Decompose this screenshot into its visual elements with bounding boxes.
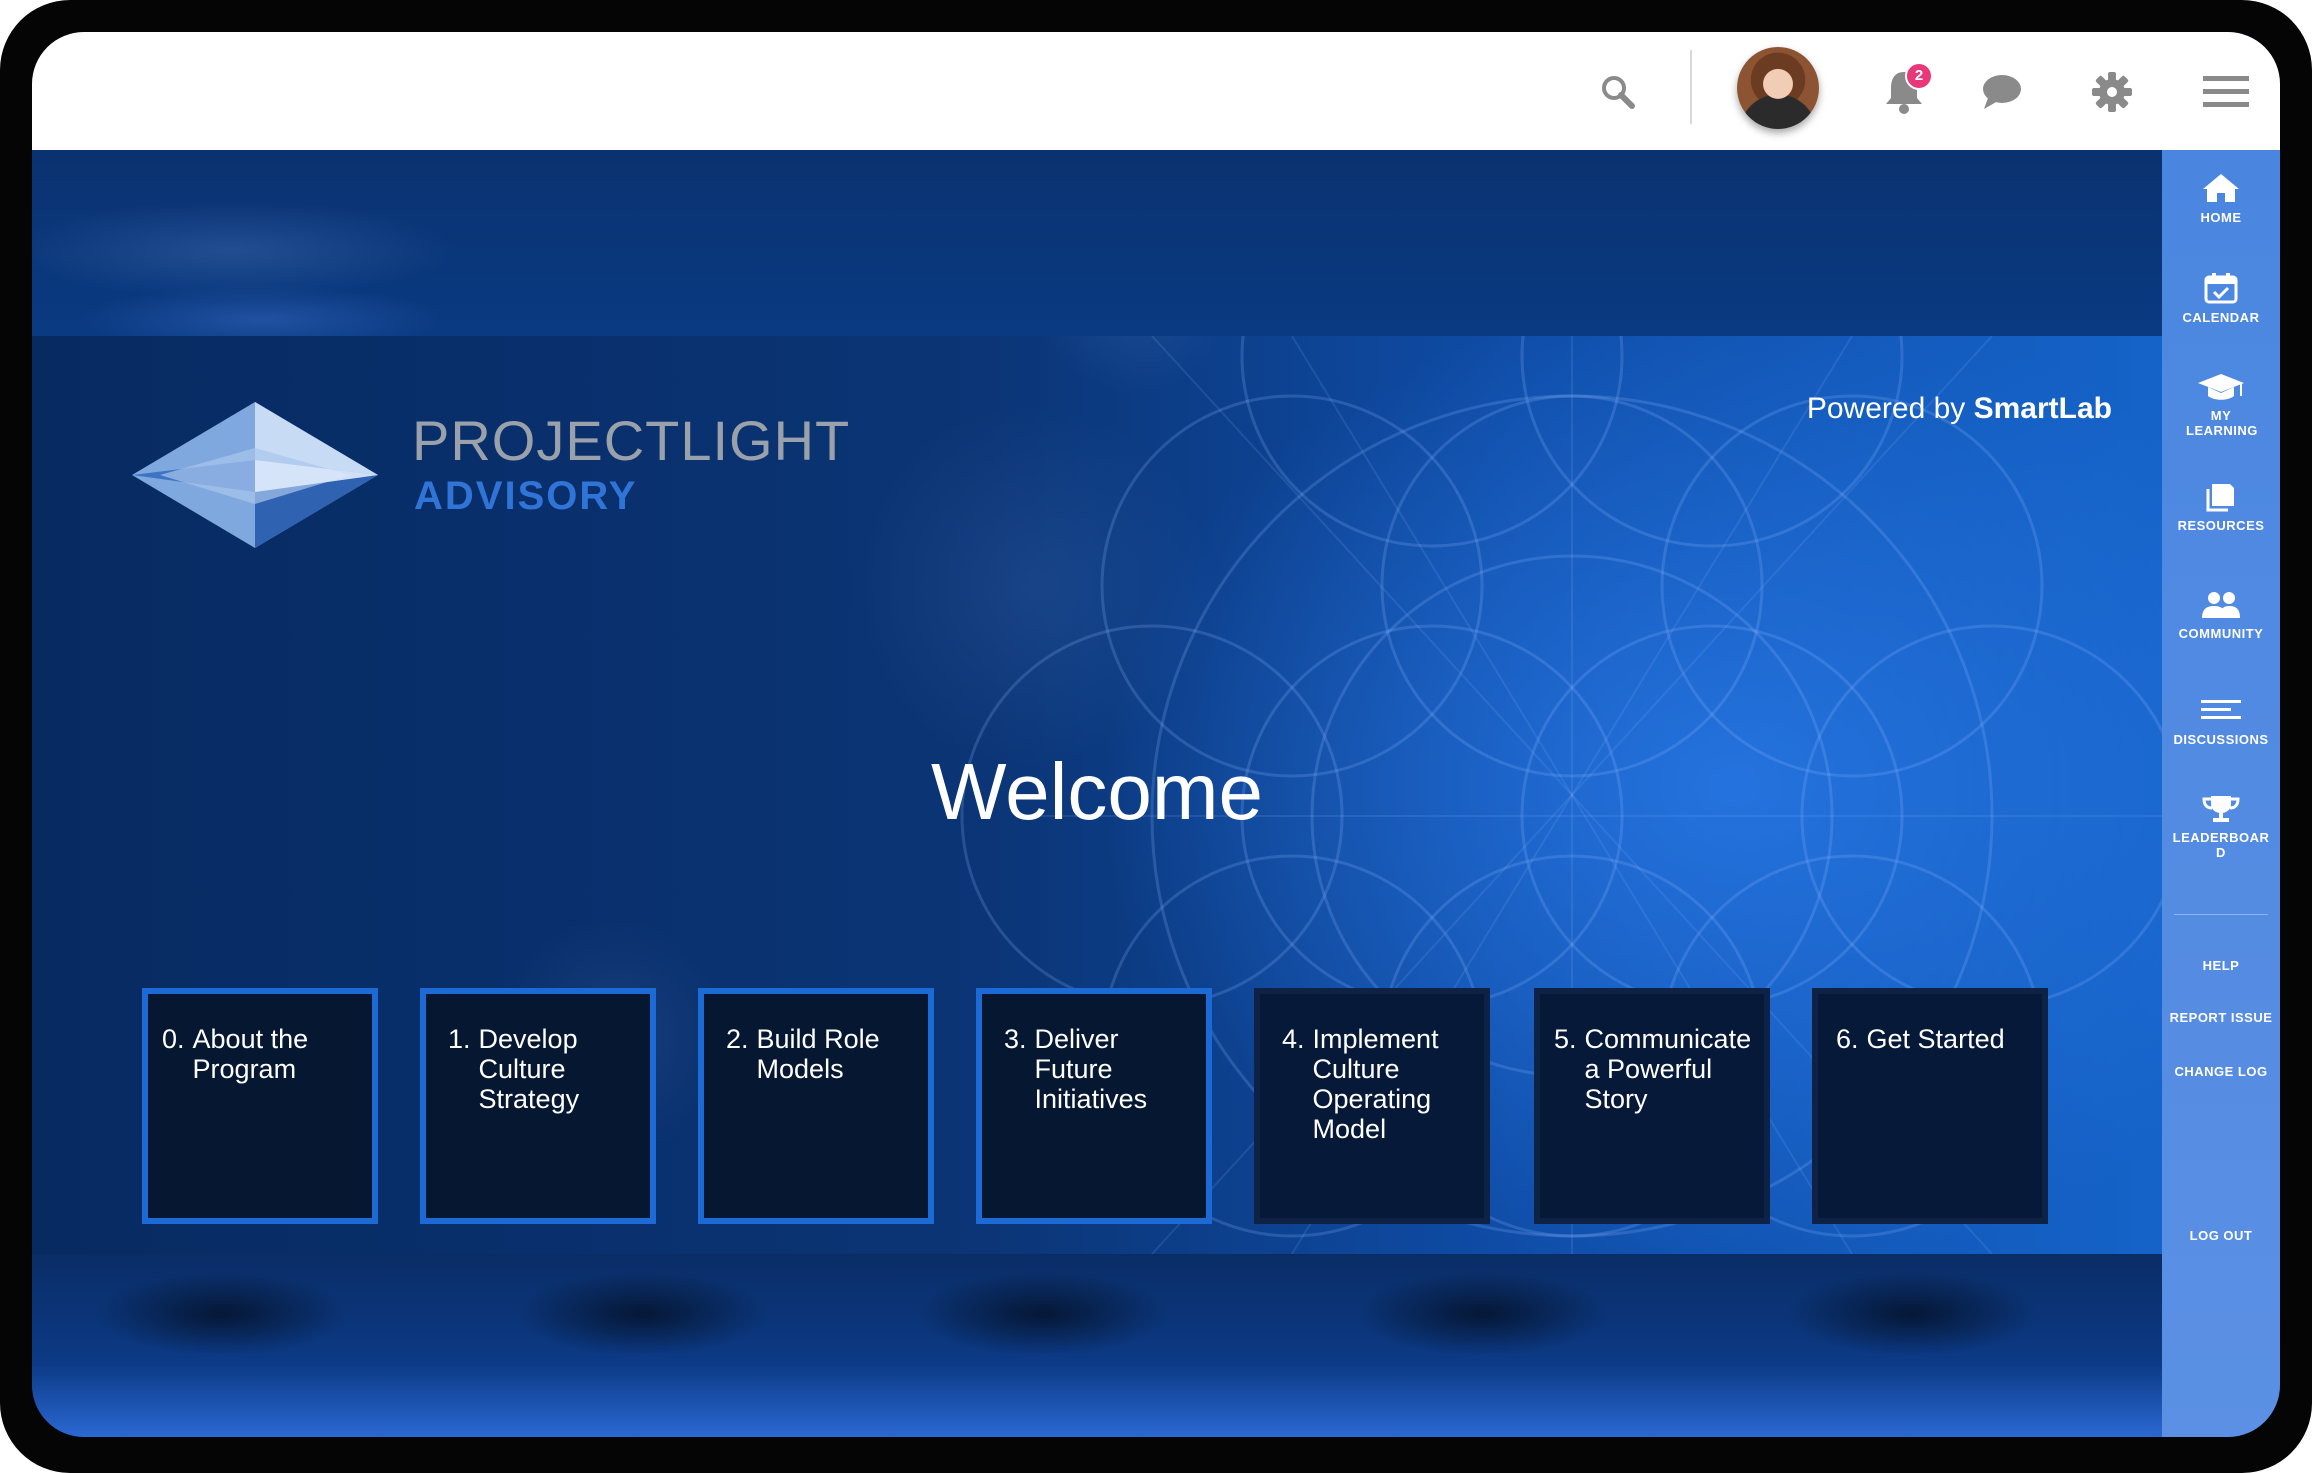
sidebar-link-help[interactable]: HELP [2162,958,2280,973]
documents-icon [2206,484,2234,512]
people-icon [2202,592,2240,618]
sidebar-item-calendar[interactable]: CALENDAR [2162,272,2280,325]
lines-icon [2201,700,2241,719]
device-frame: 2 PROJECTLIGHT ADVISORY Powered by Smart… [0,0,2312,1473]
top-bar: 2 [32,32,2280,150]
module-tile-6[interactable]: 6. Get Started [1812,988,2048,1224]
right-sidebar: HOME CALENDAR MY LEARNING RESOURCES COMM… [2162,150,2280,1437]
tile-label: About the Program [192,1024,309,1084]
home-icon [2203,174,2239,202]
welcome-heading: Welcome [931,747,1263,836]
avatar[interactable] [1737,47,1819,129]
sidebar-item-label: CALENDAR [2182,310,2260,325]
gear-icon[interactable] [2082,62,2142,122]
hero-bottom-backdrop [32,1254,2162,1437]
sidebar-item-label: RESOURCES [2177,518,2265,533]
sidebar-link-report-issue[interactable]: REPORT ISSUE [2162,1010,2280,1025]
tile-number: 5. [1554,1024,1577,1054]
tile-number: 3. [1004,1024,1027,1054]
hamburger-menu-icon[interactable] [2196,62,2256,122]
topbar-divider [1690,50,1692,124]
brand-line2: ADVISORY [414,474,638,518]
hero-top-backdrop [32,150,2162,336]
tile-label: Get Started [1866,1024,2005,1054]
sidebar-item-home[interactable]: HOME [2162,172,2280,225]
sidebar-item-label: LEADERBOARD [2172,830,2270,860]
brand-line1: PROJECTLIGHT [412,409,851,472]
sidebar-item-resources[interactable]: RESOURCES [2162,482,2280,533]
notification-badge: 2 [1905,62,1933,90]
sidebar-item-my-learning[interactable]: MY LEARNING [2162,372,2280,438]
tile-number: 2. [726,1024,749,1054]
tile-label: Deliver Future Initiatives [1034,1024,1148,1114]
sidebar-item-label: DISCUSSIONS [2173,732,2269,747]
sidebar-link-change-log[interactable]: CHANGE LOG [2162,1064,2280,1079]
module-tile-3[interactable]: 3. Deliver Future Initiatives [976,988,1212,1224]
chat-icon[interactable] [1972,62,2032,122]
module-tile-5[interactable]: 5. Communicate a Powerful Story [1534,988,1770,1224]
search-icon[interactable] [1588,62,1648,122]
tile-number: 1. [448,1024,471,1054]
sidebar-divider [2174,914,2268,915]
sidebar-item-community[interactable]: COMMUNITY [2162,590,2280,641]
module-tile-1[interactable]: 1. Develop Culture Strategy [420,988,656,1224]
sidebar-item-leaderboard[interactable]: LEADERBOARD [2162,794,2280,860]
sidebar-item-label: MY LEARNING [2186,408,2258,438]
tile-label: Develop Culture Strategy [478,1024,580,1114]
module-tile-2[interactable]: 2. Build Role Models [698,988,934,1224]
module-tile-4[interactable]: 4. Implement Culture Operating Model [1254,988,1490,1224]
sidebar-item-discussions[interactable]: DISCUSSIONS [2162,696,2280,747]
sidebar-logout[interactable]: LOG OUT [2162,1228,2280,1243]
tile-number: 6. [1836,1024,1859,1054]
powered-brand: SmartLab [1973,392,2112,425]
trophy-icon [2202,796,2240,822]
calendar-icon [2204,273,2238,304]
tile-label: Implement Culture Operating Model [1312,1024,1439,1144]
tile-number: 0. [162,1024,185,1054]
module-tile-0[interactable]: 0. About the Program [142,988,378,1224]
app-screen: 2 PROJECTLIGHT ADVISORY Powered by Smart… [32,32,2280,1437]
tile-label: Communicate a Powerful Story [1584,1024,1752,1114]
powered-by[interactable]: Powered by SmartLab [1807,392,2112,426]
tile-label: Build Role Models [756,1024,880,1084]
sidebar-item-label: COMMUNITY [2178,626,2264,641]
tile-number: 4. [1282,1024,1305,1054]
graduation-cap-icon [2198,374,2244,400]
projectlight-logo-icon [132,402,378,548]
hero-banner: PROJECTLIGHT ADVISORY Powered by SmartLa… [32,336,2162,1254]
sidebar-item-label: HOME [2200,210,2242,225]
powered-prefix: Powered by [1806,392,1966,425]
